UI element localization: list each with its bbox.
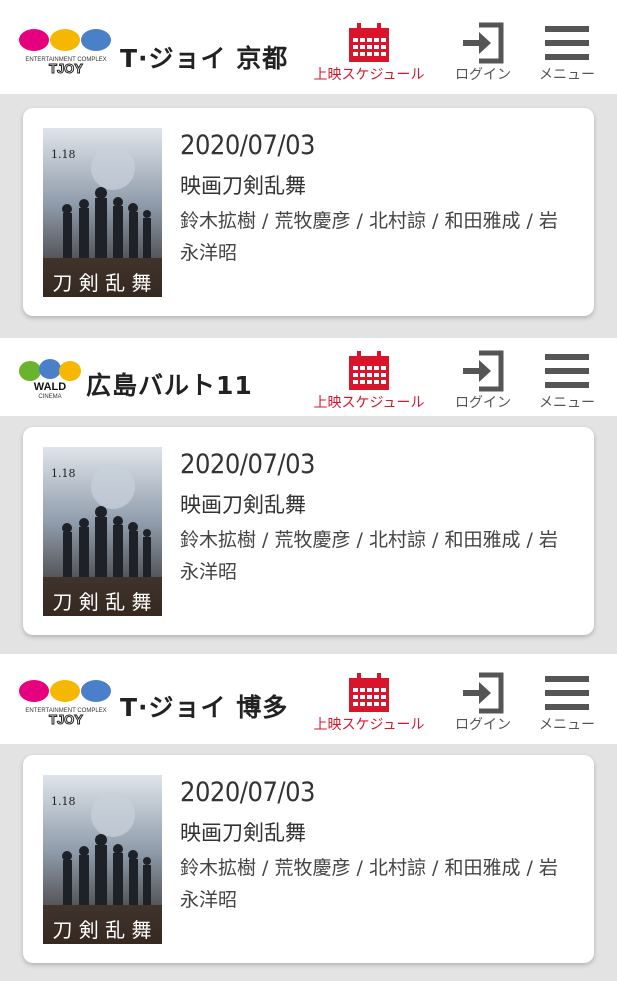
theater-name: T·ジョイ 京都 (120, 44, 289, 73)
menu-label: メニュー (539, 395, 595, 411)
theater-name: T·ジョイ 博多 (120, 693, 289, 722)
movie-poster[interactable]: 1.18 刀 剣 乱 舞 (43, 447, 162, 616)
login-button[interactable]: ログイン (450, 672, 516, 734)
theater-section-hakata: ENTERTAINMENT COMPLEX TJOY T·ジョイ 博多 上映スケ… (0, 654, 617, 981)
login-icon (463, 22, 504, 64)
calendar-icon (349, 351, 389, 390)
theater-header: ENTERTAINMENT COMPLEX TJOY T·ジョイ 京都 上映スケ… (0, 0, 617, 94)
login-icon (463, 350, 504, 392)
movie-cast: 鈴木拡樹 / 荒牧慶彦 / 北村諒 / 和田雅成 / 岩永洋昭 (180, 857, 558, 911)
svg-text:WALD: WALD (34, 381, 66, 393)
release-date: 2020/07/03 (180, 449, 315, 480)
hamburger-menu-icon (545, 26, 589, 60)
login-icon (463, 672, 504, 714)
menu-button[interactable]: メニュー (535, 350, 599, 412)
movie-title[interactable]: 映画刀剣乱舞 (180, 489, 306, 519)
theater-section-kyoto: ENTERTAINMENT COMPLEX TJOY T·ジョイ 京都 上映スケ… (0, 0, 617, 338)
movie-cast: 鈴木拡樹 / 荒牧慶彦 / 北村諒 / 和田雅成 / 岩永洋昭 (180, 210, 558, 264)
svg-text:CINEMA: CINEMA (38, 394, 61, 400)
schedule-button[interactable]: 上映スケジュール (306, 22, 432, 84)
login-button[interactable]: ログイン (450, 22, 516, 84)
svg-text:刀 剣 乱 舞: 刀 剣 乱 舞 (52, 271, 151, 295)
movie-cast: 鈴木拡樹 / 荒牧慶彦 / 北村諒 / 和田雅成 / 岩永洋昭 (180, 529, 558, 583)
svg-text:1.18: 1.18 (51, 795, 76, 808)
movie-card[interactable]: 1.18 刀 剣 乱 舞 2020/07/03 映画刀剣乱舞 鈴木拡樹 / 荒牧… (23, 755, 594, 963)
movie-card[interactable]: 1.18 刀 剣 乱 舞 2020/07/03 映画刀剣乱舞 鈴木拡樹 / 荒牧… (23, 427, 594, 635)
hamburger-menu-icon (545, 676, 589, 710)
schedule-label: 上映スケジュール (313, 67, 425, 83)
login-label: ログイン (455, 67, 511, 83)
movie-poster[interactable]: 1.18 刀 剣 乱 舞 (43, 128, 162, 297)
movie-poster[interactable]: 1.18 刀 剣 乱 舞 (43, 775, 162, 944)
release-date: 2020/07/03 (180, 130, 315, 161)
wald-logo[interactable]: WALD CINEMA (18, 358, 84, 400)
login-button[interactable]: ログイン (450, 350, 516, 412)
theater-header: ENTERTAINMENT COMPLEX TJOY T·ジョイ 博多 上映スケ… (0, 654, 617, 744)
movie-list: 1.18 刀 剣 乱 舞 2020/07/03 映画刀剣乱舞 鈴木拡樹 / 荒牧… (0, 94, 617, 338)
login-label: ログイン (455, 395, 511, 411)
theater-header: WALD CINEMA 広島バルト11 上映スケジュール ログイン メニュー (0, 338, 617, 416)
schedule-button[interactable]: 上映スケジュール (306, 350, 432, 412)
movie-card[interactable]: 1.18 刀 剣 乱 舞 2020/07/03 映画刀剣乱舞 鈴木拡樹 / 荒牧… (23, 108, 594, 316)
movie-title[interactable]: 映画刀剣乱舞 (180, 817, 306, 847)
menu-button[interactable]: メニュー (535, 672, 599, 734)
tjoy-logo[interactable]: ENTERTAINMENT COMPLEX TJOY (18, 27, 114, 75)
movie-list: 1.18 刀 剣 乱 舞 2020/07/03 映画刀剣乱舞 鈴木拡樹 / 荒牧… (0, 744, 617, 981)
calendar-icon (349, 23, 389, 62)
svg-text:TJOY: TJOY (49, 61, 83, 75)
svg-text:刀 剣 乱 舞: 刀 剣 乱 舞 (52, 918, 151, 942)
hamburger-menu-icon (545, 354, 589, 388)
tjoy-logo[interactable]: ENTERTAINMENT COMPLEX TJOY (18, 678, 114, 726)
menu-button[interactable]: メニュー (535, 22, 599, 84)
svg-text:TJOY: TJOY (49, 712, 83, 726)
schedule-label: 上映スケジュール (313, 717, 425, 733)
movie-title[interactable]: 映画刀剣乱舞 (180, 170, 306, 200)
schedule-button[interactable]: 上映スケジュール (306, 672, 432, 734)
menu-label: メニュー (539, 717, 595, 733)
schedule-label: 上映スケジュール (313, 395, 425, 411)
release-date: 2020/07/03 (180, 777, 315, 808)
svg-text:刀 剣 乱 舞: 刀 剣 乱 舞 (52, 590, 151, 614)
theater-name: 広島バルト11 (86, 371, 253, 400)
login-label: ログイン (455, 717, 511, 733)
movie-list: 1.18 刀 剣 乱 舞 2020/07/03 映画刀剣乱舞 鈴木拡樹 / 荒牧… (0, 416, 617, 654)
svg-text:1.18: 1.18 (51, 148, 76, 161)
calendar-icon (349, 673, 389, 712)
svg-text:1.18: 1.18 (51, 467, 76, 480)
theater-section-hiroshima: WALD CINEMA 広島バルト11 上映スケジュール ログイン メニュー 1… (0, 338, 617, 654)
menu-label: メニュー (539, 67, 595, 83)
